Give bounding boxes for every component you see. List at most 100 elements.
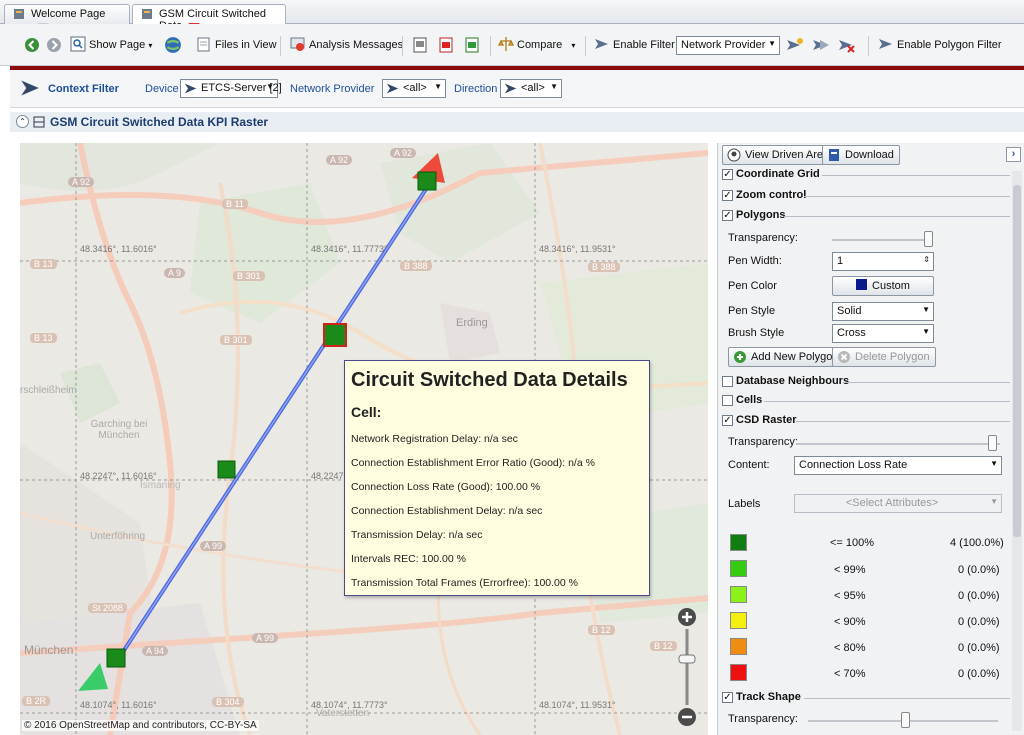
filter-remove-icon[interactable] [838,37,856,53]
enable-polygon-filter-label: Enable Polygon Filter [897,39,1002,51]
filter-add-icon[interactable] [786,37,804,53]
raster-cell[interactable] [417,171,437,191]
road-label: B 12 [650,641,677,651]
raster-cell[interactable] [106,648,126,668]
labels-placeholder: <Select Attributes> [845,497,939,509]
csd-raster-label: CSD Raster [736,414,797,426]
report-icon[interactable] [412,37,428,53]
scrollbar-thumb[interactable] [1013,185,1021,537]
brush-style-label: Brush Style [728,327,785,339]
polygons-checkbox[interactable]: ✓ [722,210,733,221]
tab-bar: Welcome Page× GSM Circuit Switched Data× [0,0,1024,35]
divider [804,698,1010,699]
filter-edit-icon[interactable] [812,37,830,53]
forward-icon[interactable] [46,37,62,53]
csd-transparency-label: Transparency: [728,436,798,448]
track-shape-label: Track Shape [736,691,801,703]
collapse-icon[interactable]: ⌃ [16,115,29,128]
pen-width-spinner[interactable]: 1 ⇕ [832,252,934,271]
compare-button[interactable]: Compare ▾ [498,36,575,56]
filter-icon [386,83,399,94]
color-swatch [856,279,868,290]
raster-cell-selected[interactable] [323,323,347,347]
globe-icon[interactable] [164,36,182,54]
legend-swatch[interactable] [730,586,747,603]
zoom-control-checkbox[interactable]: ✓ [722,190,733,201]
labels-select[interactable]: <Select Attributes> ▼ [794,494,1002,513]
divider [822,175,1010,176]
pen-color-button[interactable]: Custom [832,276,934,296]
road-label: B 388 [400,261,432,271]
place-label: Unterföhring [90,531,146,542]
polygons-label: Polygons [736,209,786,221]
scrollbar[interactable] [1012,171,1022,731]
enable-filter-button[interactable]: Enable Filter [594,36,675,56]
network-provider-select[interactable]: <all> ▼ [382,79,446,98]
delete-polygon-button[interactable]: Delete Polygon [832,347,936,367]
files-in-view-button[interactable]: Files in View [196,36,277,56]
back-icon[interactable] [24,37,40,53]
road-label: A 99 [252,633,279,643]
csd-raster-checkbox[interactable]: ✓ [722,415,733,426]
excel-icon[interactable] [464,37,480,53]
filter-type-select[interactable]: Network Provider ▼ [676,36,780,55]
brush-style-select[interactable]: Cross ▼ [832,324,934,343]
road-label: B 2R [22,696,51,706]
chevron-down-icon: ▼ [266,82,274,91]
legend-value: 0 (0.0%) [958,564,1000,576]
analysis-messages-button[interactable]: Analysis Messages [290,36,403,56]
filter-icon [504,83,517,94]
road-label: A 99 [200,541,227,551]
filter-icon [879,39,892,49]
tab-gsm-circuit-switched-data[interactable]: GSM Circuit Switched Data× [132,4,286,35]
filter-icon [184,83,197,94]
track-shape-checkbox[interactable]: ✓ [722,692,733,703]
view-driven-area-button[interactable]: View Driven Area [722,145,836,165]
legend-swatch[interactable] [730,612,747,629]
expand-panel-icon[interactable]: › [1006,147,1021,162]
separator [490,36,491,56]
cells-checkbox[interactable] [722,395,733,406]
tab-welcome-page[interactable]: Welcome Page× [4,4,130,35]
legend-swatch[interactable] [730,664,747,681]
spinner-icon[interactable]: ⇕ [923,255,930,264]
enable-polygon-filter-button[interactable]: Enable Polygon Filter [878,36,1002,56]
device-select[interactable]: ETCS-Server [2] ▼ [180,79,282,98]
add-new-polygon-button[interactable]: Add New Polygon [728,347,845,367]
track-transparency-handle[interactable] [901,712,910,728]
legend-label: < 80% [834,642,866,654]
tooltip-row: Connection Establishment Error Ratio (Go… [351,457,595,469]
direction-label: Direction [454,83,498,95]
map-copyright: © 2016 OpenStreetMap and contributors, C… [22,720,259,731]
raster-cell[interactable] [217,460,236,479]
coordinate-grid-checkbox[interactable]: ✓ [722,169,733,180]
place-label: Garching bei München [90,419,148,441]
download-label: Download [845,149,894,161]
divider [784,216,1010,217]
direction-select[interactable]: <all> ▼ [500,79,562,98]
content-select[interactable]: Connection Loss Rate ▼ [794,456,1002,475]
csd-transparency-slider[interactable] [796,443,1000,445]
brush-style-value: Cross [837,327,866,339]
page-icon [142,9,152,19]
legend-swatch[interactable] [730,638,747,655]
download-button[interactable]: Download [822,145,900,165]
legend-swatch[interactable] [730,534,747,551]
separator [280,36,281,56]
legend-swatch[interactable] [730,560,747,577]
zoom-slider-handle[interactable] [678,654,696,664]
direction-value: <all> [521,82,545,94]
content-value: Connection Loss Rate [799,459,908,471]
pdf-icon[interactable] [438,37,454,53]
legend-label: < 90% [834,616,866,628]
csd-transparency-handle[interactable] [988,435,997,451]
legend-value: 0 (0.0%) [958,616,1000,628]
road-label: A 94 [142,646,169,656]
polygon-transparency-slider[interactable] [832,239,930,241]
grid-label: 48.3416°, 11.6016° [80,244,157,254]
pen-style-select[interactable]: Solid ▼ [832,302,934,321]
show-page-button[interactable]: Show Page ▾ [70,36,152,56]
separator [868,36,869,56]
database-neighbours-checkbox[interactable] [722,376,733,387]
polygon-transparency-handle[interactable] [924,231,933,247]
